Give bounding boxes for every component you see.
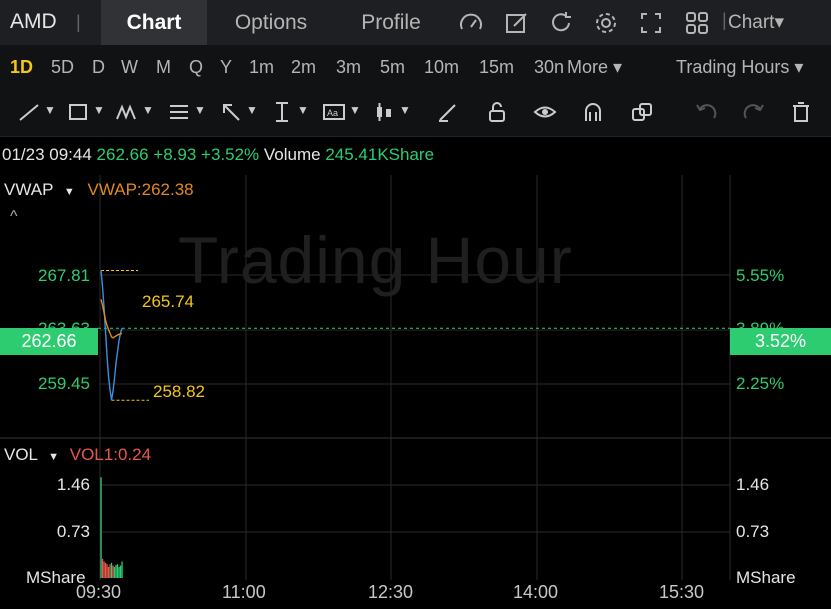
- x-tick: 15:30: [659, 582, 705, 602]
- y-tick-right: 2.25%: [736, 374, 785, 393]
- x-tick: 09:30: [76, 582, 122, 602]
- vol-value: VOL1:0.24: [69, 445, 152, 464]
- volume-bar: [100, 477, 102, 578]
- vol-label[interactable]: VOL: [4, 445, 37, 464]
- volume-bar: [112, 565, 114, 578]
- current-price-badge: 262.66: [0, 328, 98, 355]
- y-tick-left: 259.45: [38, 374, 90, 393]
- volume-bar: [119, 565, 122, 578]
- volume-bar: [115, 564, 117, 578]
- volume-bar: [109, 564, 111, 578]
- collapse-pane-icon[interactable]: ^: [10, 208, 18, 226]
- volume-bar: [121, 561, 123, 578]
- current-pct-badge: 3.52%: [730, 328, 831, 355]
- watermark: Trading Hour: [178, 223, 573, 297]
- chart-canvas[interactable]: [0, 0, 831, 609]
- vwap-label[interactable]: VWAP: [4, 180, 53, 199]
- high-price-label: 265.74: [142, 292, 194, 311]
- volume-bar: [103, 561, 105, 578]
- volume-bar: [118, 566, 120, 578]
- volume-bar: [104, 562, 107, 578]
- vol-tick-left: 1.46: [56, 475, 90, 494]
- volume-bar: [101, 558, 104, 578]
- vol-unit-right: MShare: [736, 568, 796, 587]
- volume-bar: [113, 566, 116, 578]
- vol-tick-left: 0.73: [56, 522, 90, 541]
- vol-tick-right: 1.46: [736, 475, 770, 494]
- low-price-label: 258.82: [153, 382, 205, 401]
- chevron-down-icon[interactable]: ▼: [48, 451, 59, 463]
- x-tick: 12:30: [368, 582, 414, 602]
- x-tick: 11:00: [222, 582, 266, 602]
- chevron-down-icon[interactable]: ▼: [64, 186, 75, 198]
- vwap-indicator[interactable]: VWAP ▼ VWAP:262.38: [4, 180, 194, 200]
- vwap-value: VWAP:262.38: [87, 180, 194, 199]
- volume-bar: [110, 562, 113, 578]
- volume-bar: [107, 566, 110, 578]
- vol-tick-right: 0.73: [736, 522, 770, 541]
- y-tick-left: 267.81: [38, 266, 90, 285]
- volume-bar: [106, 564, 108, 578]
- x-tick: 14:00: [513, 582, 559, 602]
- vol-indicator[interactable]: VOL ▼ VOL1:0.24: [4, 445, 151, 465]
- y-tick-right: 5.55%: [736, 266, 785, 285]
- volume-bar: [116, 564, 119, 578]
